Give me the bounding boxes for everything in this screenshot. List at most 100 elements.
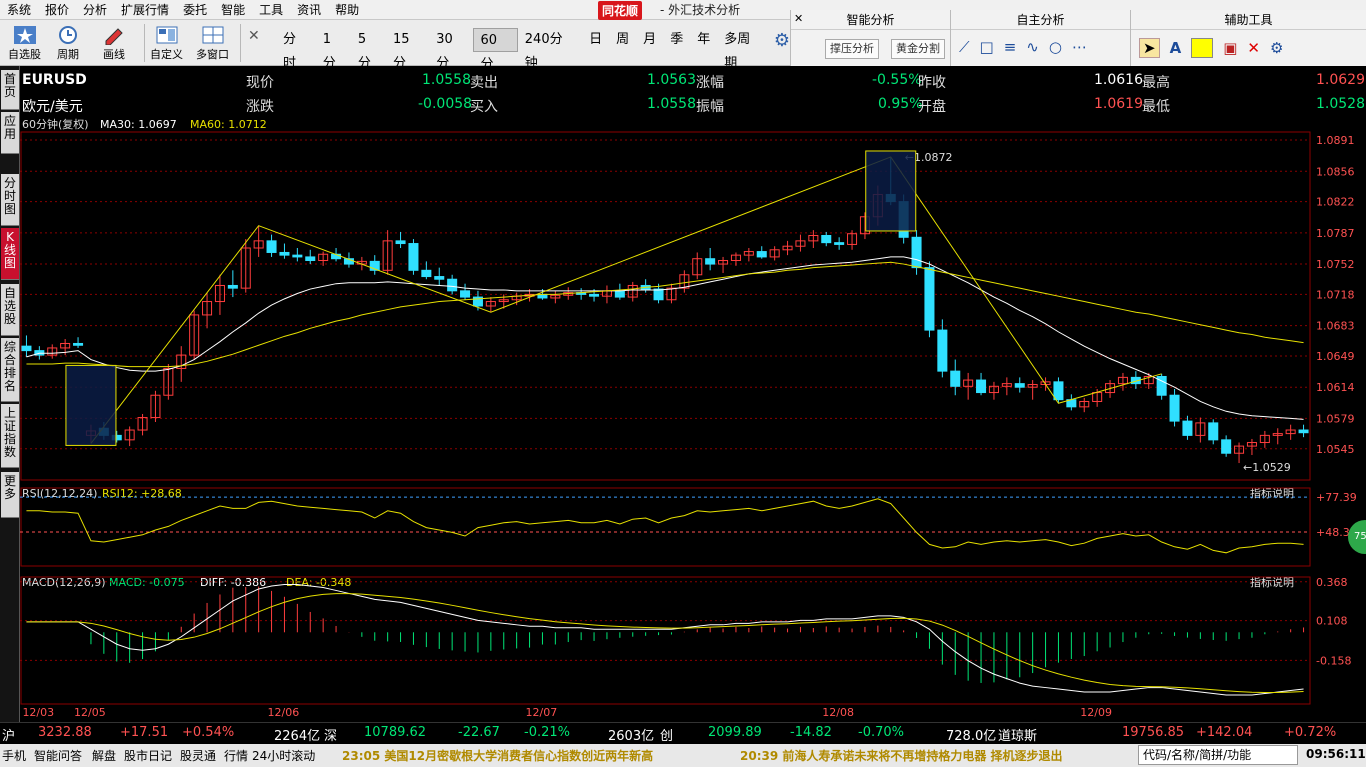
star-icon [11, 24, 39, 46]
label-sell: 卖出 [470, 75, 498, 91]
status-quote[interactable]: 行情 [224, 747, 248, 764]
rsi-label: RSI(12,12,24) [22, 487, 97, 500]
cursor-icon[interactable]: ➤ [1139, 38, 1160, 58]
menu-trade[interactable]: 委托 [176, 0, 214, 20]
settings-gear-icon[interactable]: ⚙ [774, 30, 790, 51]
candle-body [924, 267, 935, 331]
wave-draw-icon[interactable]: ∿ [1026, 38, 1039, 56]
candle-body [305, 256, 316, 261]
side-tab-shindex[interactable]: 上证指数 [1, 404, 19, 468]
period-fenshi[interactable]: 分时 [276, 28, 316, 71]
sz-value: 10789.62 [364, 725, 427, 740]
sz-amt: 2603亿 [608, 729, 655, 744]
menu-analysis[interactable]: 分析 [76, 0, 114, 20]
support-pressure-button[interactable]: 撑压分析 [825, 39, 879, 59]
menu-tools[interactable]: 工具 [252, 0, 290, 20]
status-lingtong[interactable]: 股灵通 [180, 747, 216, 764]
menu-news[interactable]: 资讯 [290, 0, 328, 20]
y-tick-label: 1.0649 [1316, 350, 1355, 363]
period-1min[interactable]: 1分 [316, 28, 351, 71]
aux-tools-panel: 辅助工具 ➤ A ▣ ✕ ⚙ [1130, 10, 1366, 66]
period-60min[interactable]: 60分 [472, 28, 518, 72]
custom-tool[interactable]: 自定义 [150, 24, 183, 62]
golden-split-button[interactable]: 黄金分割 [891, 39, 945, 59]
side-tab-timeshare[interactable]: 分时图 [1, 174, 19, 226]
period-multi[interactable]: 多周期 [717, 28, 770, 71]
ma-period-label: 60分钟(复权) [22, 117, 89, 131]
ma60-value: MA60: 1.0712 [190, 118, 267, 131]
value-open: 1.0619 [1094, 96, 1143, 112]
watchlist-tool[interactable]: 自选股 [8, 24, 41, 62]
collapse-icon[interactable]: ✕ [248, 28, 260, 44]
menu-system[interactable]: 系统 [0, 0, 38, 20]
period-week[interactable]: 周 [609, 28, 636, 52]
status-analysis[interactable]: 解盘 [92, 747, 116, 764]
save-icon[interactable]: ▣ [1223, 39, 1237, 57]
line-draw-icon[interactable]: ⟋ [959, 38, 970, 56]
side-tab-ranking[interactable]: 综合排名 [1, 338, 19, 402]
tool-settings-icon[interactable]: ⚙ [1270, 39, 1283, 57]
candle-body [1298, 429, 1309, 434]
candle-body [266, 240, 277, 253]
text-tool-icon[interactable]: A [1170, 39, 1182, 57]
period-5min[interactable]: 5分 [351, 28, 386, 71]
candle-body [1208, 422, 1219, 441]
kline-chart[interactable]: 60分钟(复权) MA30: 1.0697 MA60: 1.0712 RSI(1… [20, 116, 1366, 722]
status-mobile[interactable]: 手机 [2, 747, 26, 764]
menu-extended[interactable]: 扩展行情 [114, 0, 176, 20]
fib-draw-icon[interactable]: ≡ [1004, 38, 1017, 56]
y-tick-label: 1.0718 [1316, 288, 1355, 301]
color-swatch[interactable] [1191, 38, 1214, 58]
diff-value: DIFF: -0.386 [200, 576, 266, 589]
value-pct: -0.55% [872, 72, 922, 88]
candle-body [1053, 381, 1064, 401]
ma30-line [26, 256, 1304, 420]
side-tab-watchlist[interactable]: 自选股 [1, 284, 19, 336]
period-day[interactable]: 日 [582, 28, 609, 52]
multiwindow-tool[interactable]: 多窗口 [196, 24, 229, 62]
side-tab-bar: 首页 应用 分时图 K线图 自选股 综合排名 上证指数 更多 [0, 66, 20, 744]
news-item-1[interactable]: 23:05 美国12月密歇根大学消费者信心指数创近两年新高 [342, 747, 653, 764]
period-tool[interactable]: 周期 [54, 24, 82, 62]
code-search-input[interactable]: 代码/名称/简拼/功能 [1138, 745, 1298, 765]
candle-body [705, 258, 716, 265]
status-diary[interactable]: 股市日记 [124, 747, 172, 764]
side-tab-more[interactable]: 更多 [1, 472, 19, 518]
side-tab-apps[interactable]: 应用 [1, 112, 19, 154]
value-prev: 1.0616 [1094, 72, 1143, 88]
circle-draw-icon[interactable]: ○ [1049, 38, 1062, 56]
self-analysis-title: 自主分析 [951, 10, 1130, 30]
sh-value: 3232.88 [38, 725, 92, 740]
candle-body [1014, 383, 1025, 388]
candle-body [73, 342, 84, 346]
close-icon[interactable]: ✕ [794, 12, 803, 25]
menu-help[interactable]: 帮助 [328, 0, 366, 20]
rect-draw-icon[interactable]: □ [980, 38, 994, 56]
draw-tool[interactable]: 画线 [100, 24, 128, 62]
period-30min[interactable]: 30分 [429, 28, 472, 71]
period-15min[interactable]: 15分 [386, 28, 429, 71]
side-tab-home[interactable]: 首页 [1, 70, 19, 110]
status-24h[interactable]: 24小时滚动 [252, 747, 315, 764]
period-quarter[interactable]: 季 [663, 28, 690, 52]
delete-icon[interactable]: ✕ [1247, 39, 1260, 57]
side-tab-kline[interactable]: K线图 [1, 228, 19, 280]
candle-body [292, 254, 303, 258]
candle-body [976, 379, 987, 394]
period-year[interactable]: 年 [690, 28, 717, 52]
menu-smart[interactable]: 智能 [214, 0, 252, 20]
layout-icon [153, 24, 181, 46]
candle-body [614, 290, 625, 298]
candle-body [1169, 394, 1180, 422]
macd-tick-label: 0.368 [1316, 576, 1348, 589]
menu-quote[interactable]: 报价 [38, 0, 76, 20]
status-qa[interactable]: 智能问答 [34, 747, 82, 764]
y-tick-label: 1.0752 [1316, 258, 1355, 271]
x-axis-label: 12/07 [526, 706, 558, 719]
news-item-2[interactable]: 20:39 前海人寿承诺未来将不再增持格力电器 择机逐步退出 [740, 747, 1063, 764]
period-240min[interactable]: 240分钟 [518, 28, 582, 71]
value-change: -0.0058 [418, 96, 473, 112]
more-draw-icon[interactable]: ⋯ [1072, 38, 1087, 56]
candle-body [756, 251, 767, 258]
period-month[interactable]: 月 [636, 28, 663, 52]
